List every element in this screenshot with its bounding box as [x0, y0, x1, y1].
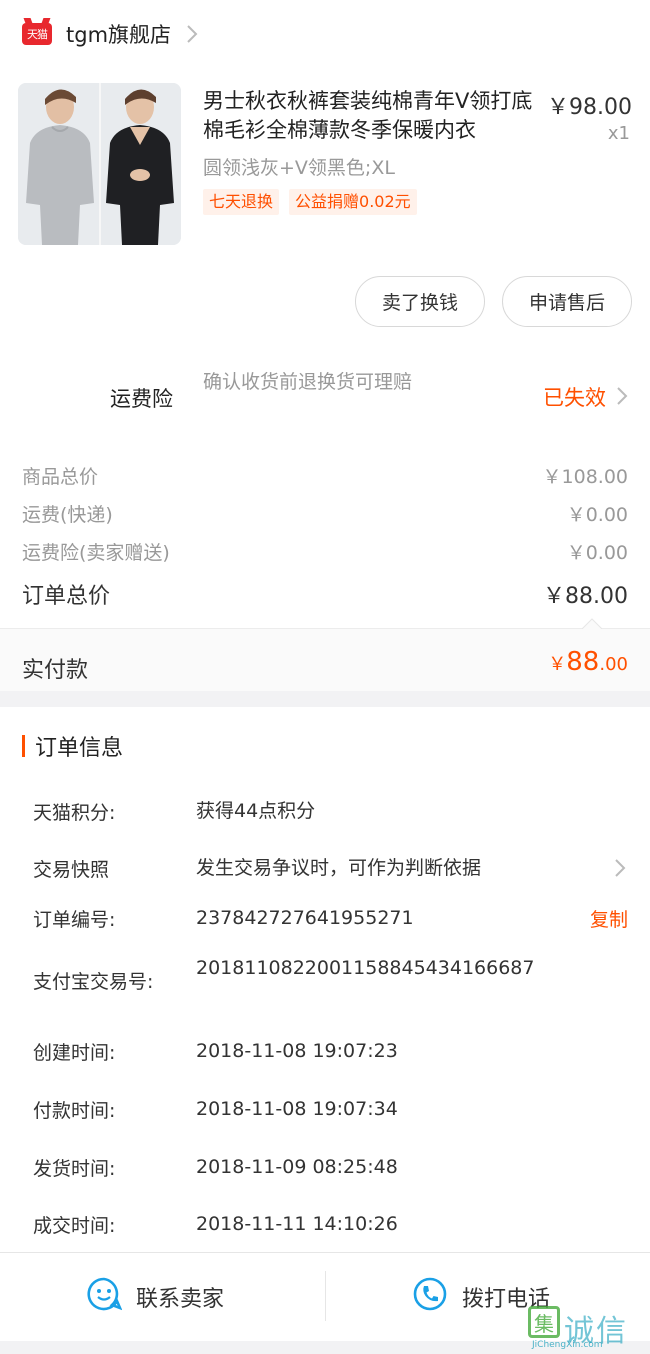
shipping-insurance-row[interactable]: 运费险 确认收货前退换货可理赔 已失效	[0, 368, 650, 424]
product-tags: 七天退换 公益捐赠0.02元	[203, 189, 417, 215]
copy-button[interactable]: 复制	[590, 905, 628, 932]
insurance-description: 确认收货前退换货可理赔	[203, 371, 413, 393]
summary-shipping: 运费(快递) ￥0.00	[22, 504, 628, 526]
watermark-logo: 集	[528, 1306, 560, 1338]
product-quantity: x1	[607, 123, 630, 144]
after-sale-button[interactable]: 申请售后	[502, 276, 632, 327]
tag-return-policy: 七天退换	[203, 189, 280, 215]
summary-goods-total: 商品总价 ￥108.00	[22, 466, 628, 488]
summary-insurance: 运费险(卖家赠送) ￥0.00	[22, 542, 628, 564]
insurance-label: 运费险	[110, 387, 173, 411]
actual-payment-label: 实付款	[22, 658, 89, 683]
product-sku: 圆领浅灰+V领黑色;XL	[203, 157, 395, 179]
store-name[interactable]: tgm旗舰店	[66, 19, 171, 49]
contact-seller-label: 联系卖家	[136, 1287, 225, 1312]
insurance-status[interactable]: 已失效	[543, 382, 606, 412]
section-gap	[0, 691, 650, 707]
tmall-logo-icon: 天猫	[22, 23, 52, 45]
product-card[interactable]: 男士秋衣秋裤套装纯棉青年V领打底棉毛衫全棉薄款冬季保暖内衣 ￥98.00 x1 …	[18, 83, 632, 248]
phone-icon	[412, 1276, 448, 1318]
chevron-right-icon[interactable]	[185, 23, 207, 45]
sell-button[interactable]: 卖了换钱	[355, 276, 485, 327]
actual-payment-amount: ￥88.00	[548, 647, 628, 677]
product-image[interactable]	[18, 83, 181, 245]
order-info-title: 订单信息	[22, 730, 123, 762]
divider	[325, 1271, 326, 1321]
summary-order-total: 订单总价 ￥88.00	[22, 584, 628, 609]
watermark: 集 诚信 JiChengXin.com	[526, 1304, 644, 1352]
chevron-right-icon[interactable]	[614, 857, 626, 883]
chevron-right-icon[interactable]	[616, 385, 628, 411]
product-price: ￥98.00	[547, 95, 632, 120]
watermark-url: JiChengXin.com	[532, 1340, 603, 1350]
contact-seller-button[interactable]: 联系卖家	[86, 1253, 224, 1341]
tag-charity: 公益捐赠0.02元	[289, 189, 417, 215]
product-title[interactable]: 男士秋衣秋裤套装纯棉青年V领打底棉毛衫全棉薄款冬季保暖内衣	[203, 87, 538, 145]
store-header[interactable]: 天猫 tgm旗舰店	[0, 0, 650, 68]
actual-payment-row: 实付款 ￥88.00	[0, 629, 650, 691]
section-accent-bar	[22, 735, 25, 757]
pointer-notch	[582, 618, 602, 629]
chat-bubble-icon	[86, 1276, 123, 1318]
